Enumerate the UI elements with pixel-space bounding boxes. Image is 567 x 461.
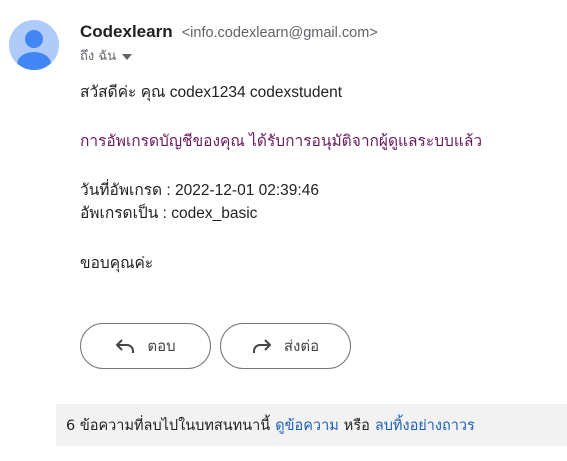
sender-line: Codexlearn <info.codexlearn@gmail.com> (80, 21, 378, 44)
reply-button[interactable]: ตอบ (80, 323, 211, 369)
caret-down-icon[interactable] (122, 54, 133, 60)
greeting-text: สวัสดีค่ะ คุณ codex1234 codexstudent (80, 84, 343, 101)
approval-text: การอัพเกรดบัญชีของคุณ ได้รับการอนุมัติจา… (80, 133, 483, 150)
person-icon (9, 20, 59, 70)
recipient-details-toggle[interactable]: ถึง ฉัน (80, 47, 133, 67)
forward-arrow-icon (252, 339, 271, 353)
reply-arrow-icon (116, 339, 135, 353)
view-messages-link[interactable]: ดูข้อความ (275, 414, 339, 437)
forward-label: ส่งต่อ (283, 337, 320, 355)
deleted-messages-notice: 6 ข้อความที่ลบไปในบทสนทนานี้ ดูข้อความ ห… (56, 404, 567, 446)
sender-avatar[interactable] (9, 20, 59, 70)
sender-name[interactable]: Codexlearn (80, 22, 173, 41)
email-message: Codexlearn <info.codexlearn@gmail.com> ถ… (0, 0, 567, 461)
notice-text: 6 ข้อความที่ลบไปในบทสนทนานี้ (66, 417, 271, 434)
recipient-label: ถึง ฉัน (80, 49, 117, 64)
notice-or-text: หรือ (343, 417, 370, 434)
closing-text: ขอบคุณค่ะ (80, 255, 154, 272)
sender-email: <info.codexlearn@gmail.com> (181, 25, 378, 41)
reply-label: ตอบ (147, 337, 176, 355)
delete-permanently-link[interactable]: ลบทิ้งอย่างถาวร (375, 414, 475, 437)
upgrade-date-text: วันที่อัพเกรด : 2022-12-01 02:39:46 (80, 182, 319, 199)
upgrade-plan-text: อัพเกรดเป็น : codex_basic (80, 205, 258, 222)
forward-button[interactable]: ส่งต่อ (220, 323, 351, 369)
